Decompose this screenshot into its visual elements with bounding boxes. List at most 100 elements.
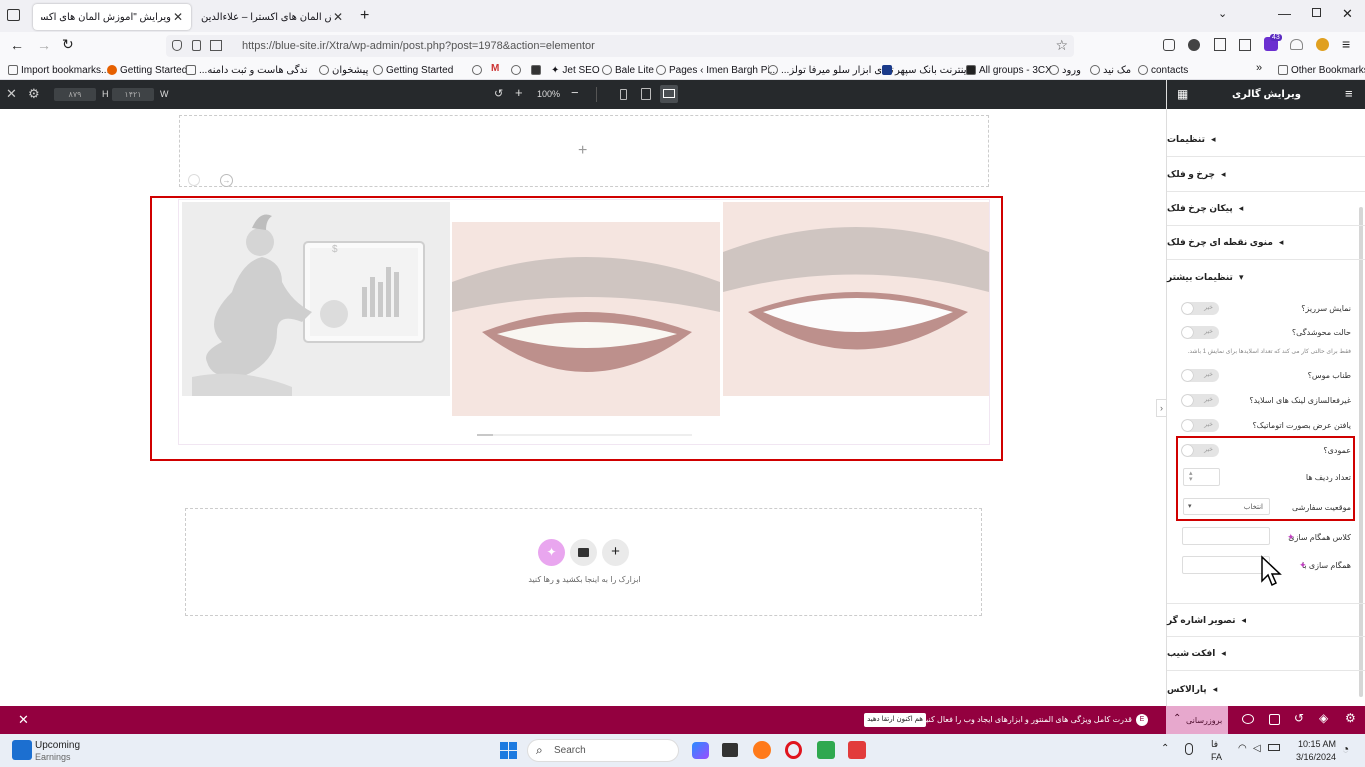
close-notice-icon[interactable]: ✕: [18, 712, 29, 728]
carousel-dot-active[interactable]: [477, 434, 493, 436]
battery-icon[interactable]: [1268, 744, 1280, 751]
tab-list-icon[interactable]: [7, 9, 20, 21]
clock-time[interactable]: 10:15 AM: [1296, 739, 1336, 749]
input-language-code[interactable]: FA: [1211, 752, 1222, 762]
ai-sparkle-icon[interactable]: ✦: [1287, 532, 1295, 543]
empty-section[interactable]: + →: [179, 115, 989, 187]
gallery-widget[interactable]: $: [178, 199, 990, 445]
bookmark-item[interactable]: اینترنت بانک سپهر: [882, 62, 969, 78]
globe-icon[interactable]: [472, 65, 482, 75]
gmail-icon[interactable]: M: [491, 63, 499, 74]
bookmark-item[interactable]: Getting Started: [107, 62, 187, 78]
clock-date[interactable]: 3/16/2024: [1290, 752, 1336, 762]
wifi-icon[interactable]: ◠: [1238, 743, 1247, 754]
bookmark-item[interactable]: ...تمای ابزار سلو میرفا تولز: [768, 62, 894, 78]
close-tab-icon[interactable]: ✕: [173, 10, 183, 24]
lock-icon[interactable]: [192, 40, 201, 51]
upgrade-button[interactable]: هم اکنون ارتقا دهید: [864, 713, 926, 727]
restore-icon[interactable]: [1312, 8, 1321, 17]
snagit-icon[interactable]: [848, 741, 866, 759]
bookmark-item[interactable]: Getting Started: [373, 62, 453, 78]
bookmark-item[interactable]: ورود: [1049, 62, 1081, 78]
section-parallax[interactable]: ◂ پارالاکس: [1167, 672, 1365, 706]
section-tilt-effect[interactable]: ◂ افکت شیب: [1167, 637, 1365, 671]
fade-mode-toggle[interactable]: خیر: [1181, 326, 1219, 339]
bookmark-item[interactable]: Bale Lite: [602, 62, 654, 78]
gear-icon[interactable]: ⚙: [28, 86, 40, 102]
handle-icon[interactable]: [188, 174, 200, 186]
zoom-out-icon[interactable]: −: [571, 85, 579, 100]
shield-icon[interactable]: [172, 40, 182, 51]
add-section-icon[interactable]: +: [578, 142, 587, 160]
stock-widget-icon[interactable]: [12, 740, 32, 760]
carousel-dots[interactable]: [477, 434, 692, 436]
template-button[interactable]: [570, 539, 597, 566]
stepper-icon[interactable]: ▴ ▾: [1189, 470, 1193, 483]
hamburger-icon[interactable]: ≡: [1345, 86, 1353, 101]
show-overflow-toggle[interactable]: خیر: [1181, 302, 1219, 315]
bookmark-item[interactable]: ✦ Jet SEO: [551, 62, 600, 78]
rows-input[interactable]: ▴ ▾: [1183, 468, 1220, 486]
firefox-taskbar-icon[interactable]: [753, 741, 771, 759]
sync-class-input[interactable]: [1182, 527, 1270, 545]
desktop-button[interactable]: [660, 85, 678, 103]
tray-chevron-icon[interactable]: ⌃: [1161, 743, 1169, 754]
pocket-icon[interactable]: [1163, 39, 1175, 51]
section-cursor-image[interactable]: ◂ تصویر اشاره گر: [1167, 603, 1365, 637]
close-tab-icon[interactable]: ✕: [333, 10, 343, 24]
arrow-circle-icon[interactable]: →: [220, 174, 233, 187]
menu-icon[interactable]: ≡: [1342, 36, 1350, 52]
url-bar[interactable]: https://blue-site.ir/Xtra/wp-admin/post.…: [166, 35, 1074, 57]
section-carousel-arrows[interactable]: ◂ پیکان چرخ فلک: [1167, 192, 1365, 226]
opera-icon[interactable]: [785, 741, 802, 759]
width-input[interactable]: ۱۴۲۱: [112, 88, 154, 101]
height-input[interactable]: ۸۷۹: [54, 88, 96, 101]
forward-icon[interactable]: →: [37, 37, 51, 53]
tablet-icon[interactable]: [641, 88, 651, 100]
zoom-in-icon[interactable]: +: [515, 85, 523, 100]
file-explorer-icon[interactable]: [722, 743, 738, 757]
globe-icon[interactable]: [511, 65, 521, 75]
star-icon[interactable]: ☆: [1055, 37, 1068, 54]
notifications-icon[interactable]: ◔: [1342, 742, 1349, 756]
camtasia-icon[interactable]: [817, 741, 835, 759]
close-window-icon[interactable]: ✕: [1342, 6, 1353, 22]
section-advanced[interactable]: ▾ تنظیمات بیشتر: [1167, 260, 1365, 294]
other-bookmarks[interactable]: Other Bookmarks: [1278, 62, 1365, 78]
close-editor-icon[interactable]: ✕: [6, 86, 17, 102]
sync-with-input[interactable]: [1182, 556, 1270, 574]
new-tab-icon[interactable]: +: [360, 7, 369, 25]
disable-links-toggle[interactable]: خیر: [1181, 394, 1219, 407]
search-box[interactable]: ⌕ Search: [527, 739, 679, 762]
collapse-panel-icon[interactable]: ›: [1156, 399, 1166, 417]
tab-site[interactable]: آموزش المان های اکسترا – علاءالدین ✕: [193, 4, 351, 30]
sun-icon[interactable]: [1316, 38, 1329, 51]
bookmark-item[interactable]: ...ندگی هاست و ثبت دامنه: [186, 62, 308, 78]
minimize-icon[interactable]: —: [1278, 6, 1291, 21]
permissions-icon[interactable]: [210, 40, 222, 51]
back-icon[interactable]: ←: [10, 37, 24, 53]
auto-width-toggle[interactable]: خیر: [1181, 419, 1219, 432]
start-button[interactable]: [500, 742, 518, 760]
ai-button[interactable]: ✦: [538, 539, 565, 566]
extensions-icon[interactable]: [1214, 38, 1226, 51]
mouse-drag-toggle[interactable]: خیر: [1181, 369, 1219, 382]
crop-icon[interactable]: [1239, 39, 1251, 51]
bookmark-item[interactable]: Pages ‹ Imen Bargh Pi...: [656, 62, 778, 78]
site-icon[interactable]: [531, 65, 541, 75]
navigator-icon[interactable]: [1269, 714, 1280, 725]
eye-icon[interactable]: [1242, 714, 1254, 724]
copilot-icon[interactable]: [692, 742, 709, 759]
add-button[interactable]: +: [602, 539, 629, 566]
microphone-icon[interactable]: [1185, 743, 1193, 755]
section-carousel-dots[interactable]: ◂ منوی نقطه ای چرخ فلک: [1167, 226, 1365, 260]
input-language[interactable]: فا: [1211, 739, 1218, 750]
mobile-icon[interactable]: [620, 89, 627, 100]
section-carousel[interactable]: ◂ چرخ و فلک: [1167, 158, 1365, 192]
history-icon[interactable]: ↺: [1294, 711, 1304, 725]
reset-zoom-icon[interactable]: ↺: [494, 87, 503, 100]
settings-icon[interactable]: ⚙: [1345, 711, 1356, 725]
custom-position-select[interactable]: انتخاب ▾: [1183, 498, 1270, 515]
bookmark-item[interactable]: contacts: [1138, 62, 1188, 78]
ai-sparkle-icon[interactable]: ✦: [1299, 560, 1307, 571]
